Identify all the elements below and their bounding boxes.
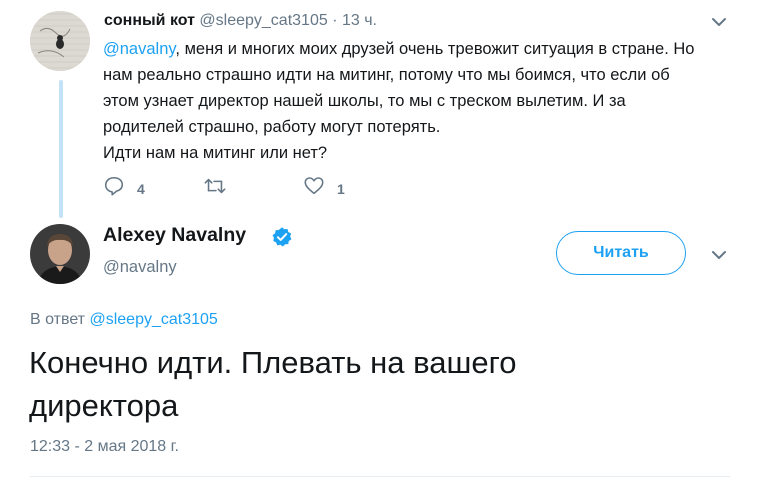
reply-text-line-4: родителей страшно, работу могут потерять…	[103, 118, 441, 136]
tweet-timestamp[interactable]: 12:33 - 2 мая 2018 г.	[30, 438, 179, 456]
retweet-action[interactable]	[203, 175, 239, 202]
reply-author-avatar[interactable]	[30, 11, 90, 71]
reply-icon	[103, 175, 125, 202]
reply-action[interactable]: 4	[103, 175, 145, 202]
main-text-line-2: директора	[29, 388, 179, 423]
chevron-down-icon[interactable]	[709, 245, 729, 265]
verified-badge-icon	[271, 226, 293, 248]
reply-tweet-time[interactable]: 13 ч.	[342, 12, 377, 29]
reply-text-line-2: нам реально страшно идти на митинг, пото…	[103, 66, 670, 84]
reply-tweet-header: сонный кот @sleepy_cat3105 · 13 ч.	[104, 12, 377, 30]
retweet-icon	[203, 175, 227, 202]
like-count: 1	[337, 180, 345, 197]
reply-author-name[interactable]: сонный кот	[104, 12, 195, 29]
in-reply-to: В ответ @sleepy_cat3105	[30, 311, 218, 329]
reply-author-handle[interactable]: @sleepy_cat3105	[199, 12, 327, 29]
heart-icon	[303, 175, 325, 202]
header-separator: ·	[332, 12, 338, 29]
main-text-line-1: Конечно идти. Плевать на вашего	[29, 345, 517, 380]
chevron-down-icon[interactable]	[709, 12, 729, 32]
reply-text-line-5: Идти нам на митинг или нет?	[103, 144, 328, 162]
main-author-name[interactable]: Alexey Navalny	[103, 224, 246, 247]
main-tweet-text: Конечно идти. Плевать на вашего директор…	[29, 341, 729, 427]
main-author-handle[interactable]: @navalny	[103, 258, 177, 277]
in-reply-handle-link[interactable]: @sleepy_cat3105	[89, 311, 217, 328]
reply-count: 4	[137, 180, 145, 197]
thread-connector-line	[59, 80, 63, 218]
follow-button[interactable]: Читать	[556, 231, 686, 275]
reply-tweet-text: @navalny, меня и многих моих друзей очен…	[103, 36, 743, 166]
like-action[interactable]: 1	[303, 175, 345, 202]
mention-link[interactable]: @navalny	[103, 40, 175, 58]
main-author-avatar[interactable]	[30, 224, 90, 284]
reply-text-line-1: , меня и многих моих друзей очень тревож…	[175, 40, 695, 58]
in-reply-prefix: В ответ	[30, 311, 86, 328]
reply-text-line-3: этом узнает директор нашей школы, то мы …	[103, 92, 626, 110]
divider	[30, 476, 730, 477]
